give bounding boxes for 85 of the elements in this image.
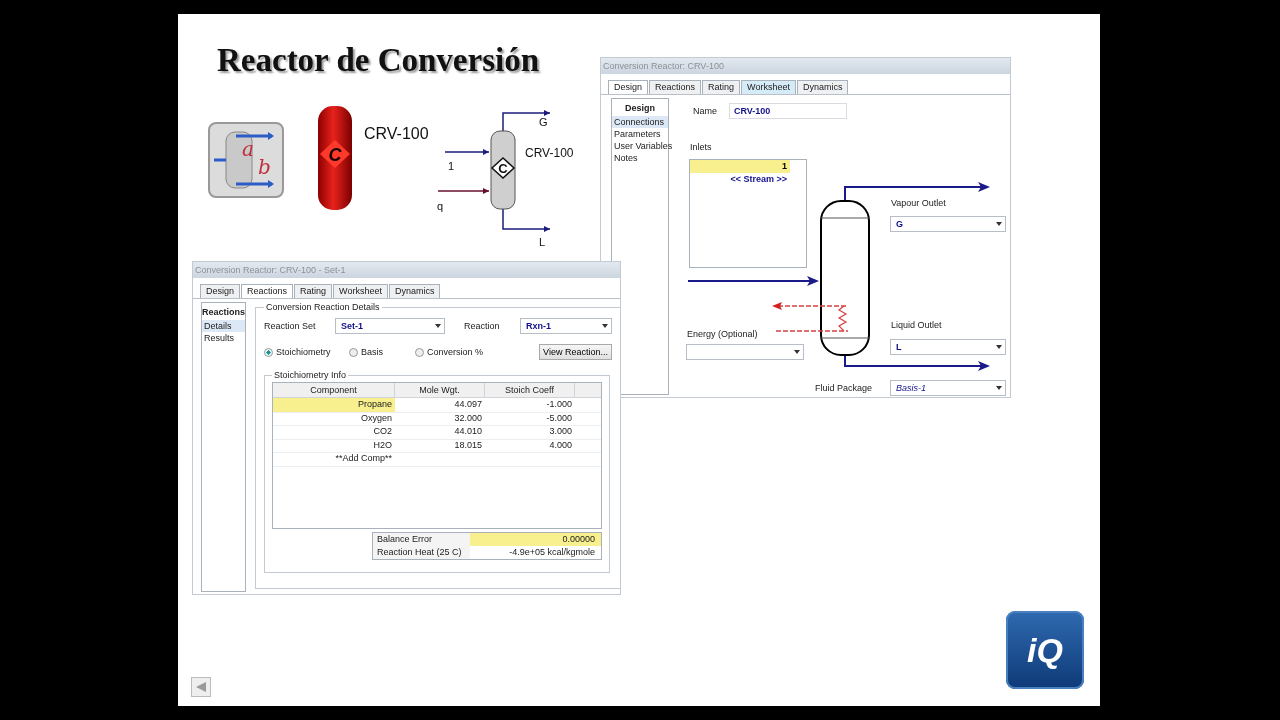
sidebar-item[interactable]: Connections <box>612 116 668 128</box>
sidebar-item[interactable]: Results <box>202 332 245 344</box>
energy-label: Energy (Optional) <box>687 329 758 339</box>
stream-label: q <box>437 200 444 212</box>
tab[interactable]: Design <box>200 284 240 298</box>
group-title: Conversion Reaction Details <box>265 302 381 312</box>
caret-icon <box>794 350 800 354</box>
stream-label: L <box>539 236 546 248</box>
energy-dropdown[interactable] <box>686 344 804 360</box>
inlets-label: Inlets <box>690 142 712 152</box>
reactor-palette-icon: a b <box>208 122 284 198</box>
unit-label: CRV-100 <box>364 125 429 142</box>
summary-value: -4.9e+05 kcal/kgmole <box>508 546 596 559</box>
liquid-outlet-dropdown[interactable]: L <box>890 339 1006 355</box>
summary-value: 0.00000 <box>470 533 601 546</box>
table-cell: 3.000 <box>485 425 575 440</box>
tab[interactable]: Dynamics <box>796 80 849 94</box>
stream-arrow <box>502 208 551 232</box>
caret-icon <box>996 386 1002 390</box>
reactor-vessel-drawing: C <box>490 130 516 210</box>
view-reaction-button[interactable]: View Reaction... <box>539 344 612 360</box>
table-cell: Propane <box>273 398 395 413</box>
tab[interactable]: Rating <box>702 80 741 94</box>
tab[interactable]: Worksheet <box>741 80 796 94</box>
stream-label: 1 <box>448 160 455 172</box>
name-field[interactable]: CRV-100 <box>729 103 847 119</box>
window-title: Conversion Reactor: CRV-100 - Set-1 <box>193 262 620 278</box>
logo: iQ <box>1006 611 1084 689</box>
table-cell: H2O <box>273 438 395 453</box>
tab[interactable]: Design <box>608 80 648 94</box>
table-cell: -1.000 <box>485 398 575 413</box>
sidebar-header: Reactions <box>202 306 245 319</box>
sidebar-header: Design <box>624 102 656 115</box>
table-cell: 32.000 <box>395 411 485 426</box>
caret-icon <box>602 324 608 328</box>
tab[interactable]: Dynamics <box>388 284 441 298</box>
caret-icon <box>996 345 1002 349</box>
tab[interactable]: Rating <box>294 284 333 298</box>
inlet-row[interactable]: 1 <box>690 160 790 173</box>
fluid-package-dropdown[interactable]: Basis-1 <box>890 380 1006 396</box>
column-header: Component <box>273 383 395 398</box>
sidebar-item[interactable]: Details <box>202 320 245 332</box>
tab[interactable]: Reactions <box>241 284 294 298</box>
caret-icon <box>996 222 1002 226</box>
column-header: Mole Wgt. <box>395 383 485 398</box>
sidebar-item[interactable]: Parameters <box>612 128 668 140</box>
radio-option[interactable]: Stoichiometry <box>264 347 349 357</box>
liquid-outlet-label: Liquid Outlet <box>891 320 942 330</box>
stream-arrow <box>437 188 490 194</box>
table-cell: Oxygen <box>273 411 395 426</box>
tab[interactable]: Worksheet <box>333 284 388 298</box>
vapour-outlet-label: Vapour Outlet <box>891 198 946 208</box>
sidebar-item[interactable]: Notes <box>612 152 668 164</box>
table-cell: 44.010 <box>395 425 485 440</box>
table-cell: **Add Comp** <box>273 452 395 467</box>
column-header <box>575 383 601 398</box>
previous-icon <box>195 681 207 693</box>
unit-label: CRV-100 <box>525 146 574 160</box>
table-cell: -5.000 <box>485 411 575 426</box>
stream-arrow <box>502 110 551 132</box>
reaction-set-dropdown[interactable]: Set-1 <box>335 318 445 334</box>
caret-icon <box>435 324 441 328</box>
reaction-dropdown[interactable]: Rxn-1 <box>520 318 612 334</box>
reaction-label: Reaction <box>464 321 501 331</box>
vapour-outlet-dropdown[interactable]: G <box>890 216 1006 232</box>
table-cell: CO2 <box>273 425 395 440</box>
summary-label: Balance Error <box>373 533 470 546</box>
stream-label: G <box>539 116 548 128</box>
name-label: Name <box>693 106 717 116</box>
stream-arrow <box>444 149 490 155</box>
group-title: Stoichiometry Info <box>273 370 348 380</box>
fluid-package-label: Fluid Package <box>815 383 873 393</box>
column-header: Stoich Coeff <box>485 383 575 398</box>
radio-option[interactable]: Basis <box>349 347 415 357</box>
table-cell: 18.015 <box>395 438 485 453</box>
radio-option[interactable]: Conversion % <box>415 347 525 357</box>
tab[interactable]: Reactions <box>649 80 702 94</box>
table-cell: 4.000 <box>485 438 575 453</box>
table-cell: 44.097 <box>395 398 485 413</box>
window-title: Conversion Reactor: CRV-100 <box>601 58 1010 74</box>
reaction-set-label: Reaction Set <box>264 321 317 331</box>
previous-button[interactable] <box>191 677 211 697</box>
reactor-vessel-icon: C <box>318 106 352 210</box>
slide-title: Reactor de Conversión <box>217 42 539 79</box>
summary-label: Reaction Heat (25 C) <box>373 546 470 559</box>
